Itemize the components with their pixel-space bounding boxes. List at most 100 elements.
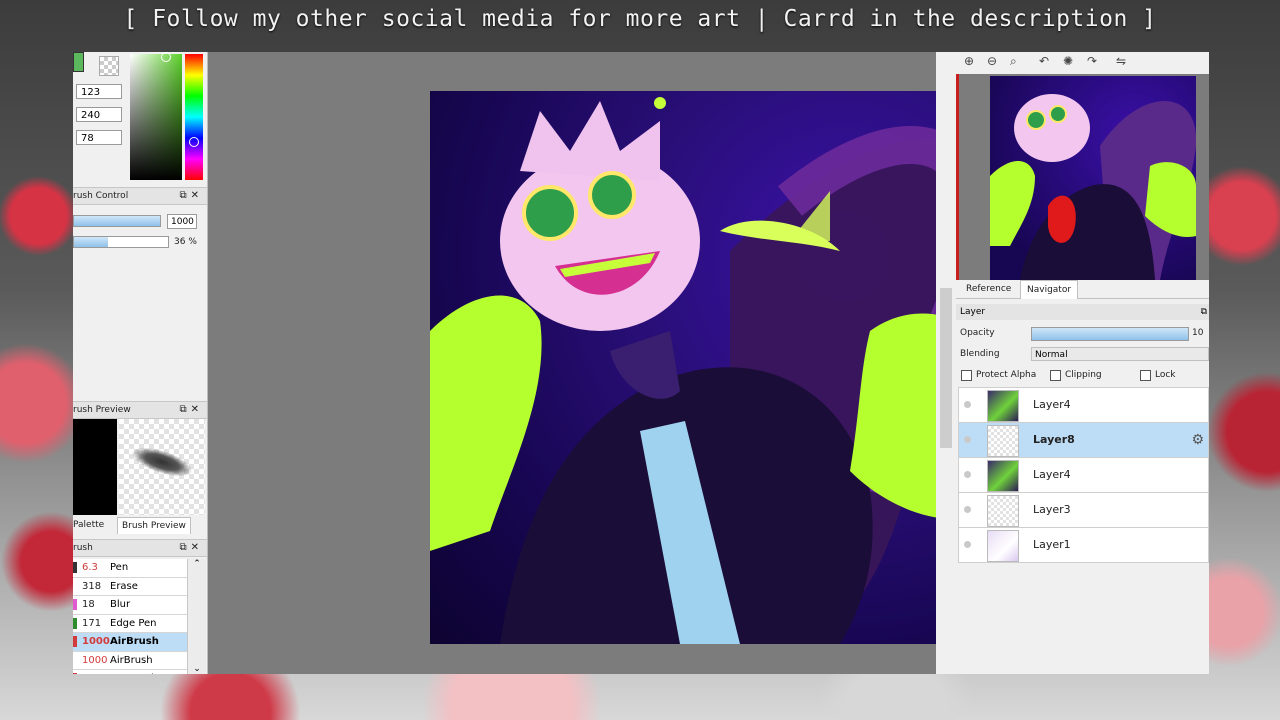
layer-name: Layer3 xyxy=(1033,503,1071,516)
brush-size: 1000 xyxy=(82,636,110,647)
scrollbar-thumb[interactable] xyxy=(940,288,952,448)
brush-color-chip xyxy=(73,599,77,610)
brush-panel-header: rush ⧉✕ xyxy=(73,539,207,557)
layer-thumbnail xyxy=(987,460,1019,492)
brush-name: Pen xyxy=(110,562,129,573)
hue-field[interactable]: 123 xyxy=(76,84,122,99)
tab-navigator[interactable]: Navigator xyxy=(1020,280,1079,299)
clipping-checkbox[interactable] xyxy=(1050,370,1061,381)
zoom-in-icon[interactable]: ⊕ xyxy=(964,54,974,68)
brush-size: 318 xyxy=(82,580,102,592)
visibility-icon[interactable] xyxy=(964,436,971,443)
reference-navigator-tabs: Reference Navigator xyxy=(956,280,1209,299)
brush-panel-title: rush xyxy=(73,543,93,553)
brush-list: 6.3 Pen 318 Erase 18 Blur 171 Edge Pen 1000AirBr… xyxy=(73,559,187,674)
opacity-value: 10 xyxy=(1192,328,1204,338)
layer-row[interactable]: Layer1 xyxy=(958,528,1209,563)
brush-preview-header: rush Preview ⧉✕ xyxy=(73,401,207,419)
brush-size: 171 xyxy=(82,617,102,629)
gear-icon[interactable]: ⚙ xyxy=(1191,432,1204,448)
zoom-fit-icon[interactable]: ⌕ xyxy=(1010,54,1017,69)
brush-density-value: 36 % xyxy=(174,237,197,247)
brush-stroke-sample xyxy=(129,441,195,483)
brush-list-scrollbar[interactable]: ⌃ ⌄ xyxy=(187,559,206,674)
banner-text: [ Follow my other social media for more … xyxy=(123,6,1157,32)
brush-density-slider[interactable] xyxy=(73,236,169,248)
canvas-area[interactable] xyxy=(208,52,1061,674)
layer-thumbnail xyxy=(987,530,1019,562)
artwork-illustration xyxy=(430,97,984,644)
brush-color-chip xyxy=(73,580,77,592)
navigator-thumbnail[interactable] xyxy=(990,76,1196,280)
layer-row[interactable]: Layer4 xyxy=(958,388,1209,423)
foreground-color-swatch[interactable] xyxy=(73,52,84,72)
blending-select[interactable]: Normal xyxy=(1031,347,1209,361)
brush-name: AirBrush xyxy=(110,636,159,647)
visibility-icon[interactable] xyxy=(964,401,971,408)
rotate-left-icon[interactable]: ↶ xyxy=(1039,54,1049,68)
panel-float-icon[interactable]: ⧉ xyxy=(1201,304,1207,320)
canvas-vertical-scrollbar[interactable] xyxy=(936,52,956,674)
brush-item[interactable]: 1000AirBrush xyxy=(73,651,187,670)
background-color-swatch[interactable] xyxy=(99,56,119,76)
layer-row[interactable]: Layer4 xyxy=(958,458,1209,493)
brush-item[interactable]: 21.2Watercolor xyxy=(73,670,187,674)
color-picker-knob[interactable] xyxy=(161,52,171,62)
brush-item[interactable]: 1000AirBrush xyxy=(73,633,187,652)
brush-item[interactable]: 6.3 Pen xyxy=(73,559,187,578)
opacity-slider[interactable] xyxy=(1031,327,1189,341)
brush-size: 6.3 xyxy=(82,562,98,573)
brush-item[interactable]: 171 Edge Pen xyxy=(73,614,187,633)
opacity-label: Opacity xyxy=(960,328,995,338)
hue-slider[interactable] xyxy=(185,54,203,180)
brush-name: Watercolor xyxy=(110,673,164,674)
panel-controls-icon[interactable]: ⧉✕ xyxy=(179,188,203,204)
right-panels: ⊕ ⊖ ⌕ ↶ ✺ ↷ ⇋ Reference Navigator Layer … xyxy=(956,52,1209,674)
layer-name: Layer4 xyxy=(1033,398,1071,411)
visibility-icon[interactable] xyxy=(964,471,971,478)
blending-label: Blending xyxy=(960,349,1000,359)
lock-checkbox[interactable] xyxy=(1140,370,1151,381)
layer-name: Layer4 xyxy=(1033,468,1071,481)
layer-name: Layer8 xyxy=(1033,433,1075,446)
layer-row[interactable]: Layer3 xyxy=(958,493,1209,528)
brush-color-chip xyxy=(73,654,77,666)
panel-controls-icon[interactable]: ⧉✕ xyxy=(179,402,203,418)
visibility-icon[interactable] xyxy=(964,506,971,513)
visibility-icon[interactable] xyxy=(964,541,971,548)
scroll-up-icon[interactable]: ⌃ xyxy=(188,559,206,569)
brush-color-chip xyxy=(73,636,77,647)
left-panels: 123 240 78 rush Control ⧉✕ 1000 36 % rus… xyxy=(73,52,208,674)
brush-item[interactable]: 318 Erase xyxy=(73,577,187,596)
navigator-frame xyxy=(956,74,1209,280)
panel-controls-icon[interactable]: ⧉✕ xyxy=(179,540,203,556)
layer-row[interactable]: Layer8 ⚙ xyxy=(958,423,1209,458)
brush-size-slider[interactable] xyxy=(73,215,161,227)
scroll-down-icon[interactable]: ⌄ xyxy=(188,664,206,674)
brush-name: Erase xyxy=(110,580,138,592)
brush-size-value[interactable]: 1000 xyxy=(167,214,197,229)
layer-panel-title: Layer xyxy=(960,307,986,317)
saturation-value-picker[interactable] xyxy=(130,54,182,180)
rotate-reset-icon[interactable]: ✺ xyxy=(1063,54,1073,68)
tab-brush-preview[interactable]: Brush Preview xyxy=(117,517,191,534)
brush-size: 21.2 xyxy=(73,670,110,674)
layer-name: Layer1 xyxy=(1033,538,1071,551)
layer-list: Layer4 Layer8 ⚙ Layer4 Layer3 Layer1 xyxy=(958,387,1209,563)
hue-knob[interactable] xyxy=(189,137,199,147)
rotate-right-icon[interactable]: ↷ xyxy=(1087,54,1097,68)
protect-alpha-checkbox[interactable] xyxy=(961,370,972,381)
zoom-out-icon[interactable]: ⊖ xyxy=(987,54,997,68)
tab-palette[interactable]: Palette xyxy=(73,517,108,533)
flip-icon[interactable]: ⇋ xyxy=(1116,54,1126,68)
brush-color-chip xyxy=(73,617,77,629)
tab-reference[interactable]: Reference xyxy=(960,280,1017,298)
saturation-field[interactable]: 240 xyxy=(76,107,122,122)
brush-preview-title: rush Preview xyxy=(73,405,131,415)
value-field[interactable]: 78 xyxy=(76,130,122,145)
clipping-label: Clipping xyxy=(1065,370,1102,380)
brush-item[interactable]: 18 Blur xyxy=(73,596,187,615)
brush-name: Edge Pen xyxy=(110,617,157,629)
artwork-canvas[interactable] xyxy=(430,91,984,644)
brush-preview-dark xyxy=(73,419,117,515)
